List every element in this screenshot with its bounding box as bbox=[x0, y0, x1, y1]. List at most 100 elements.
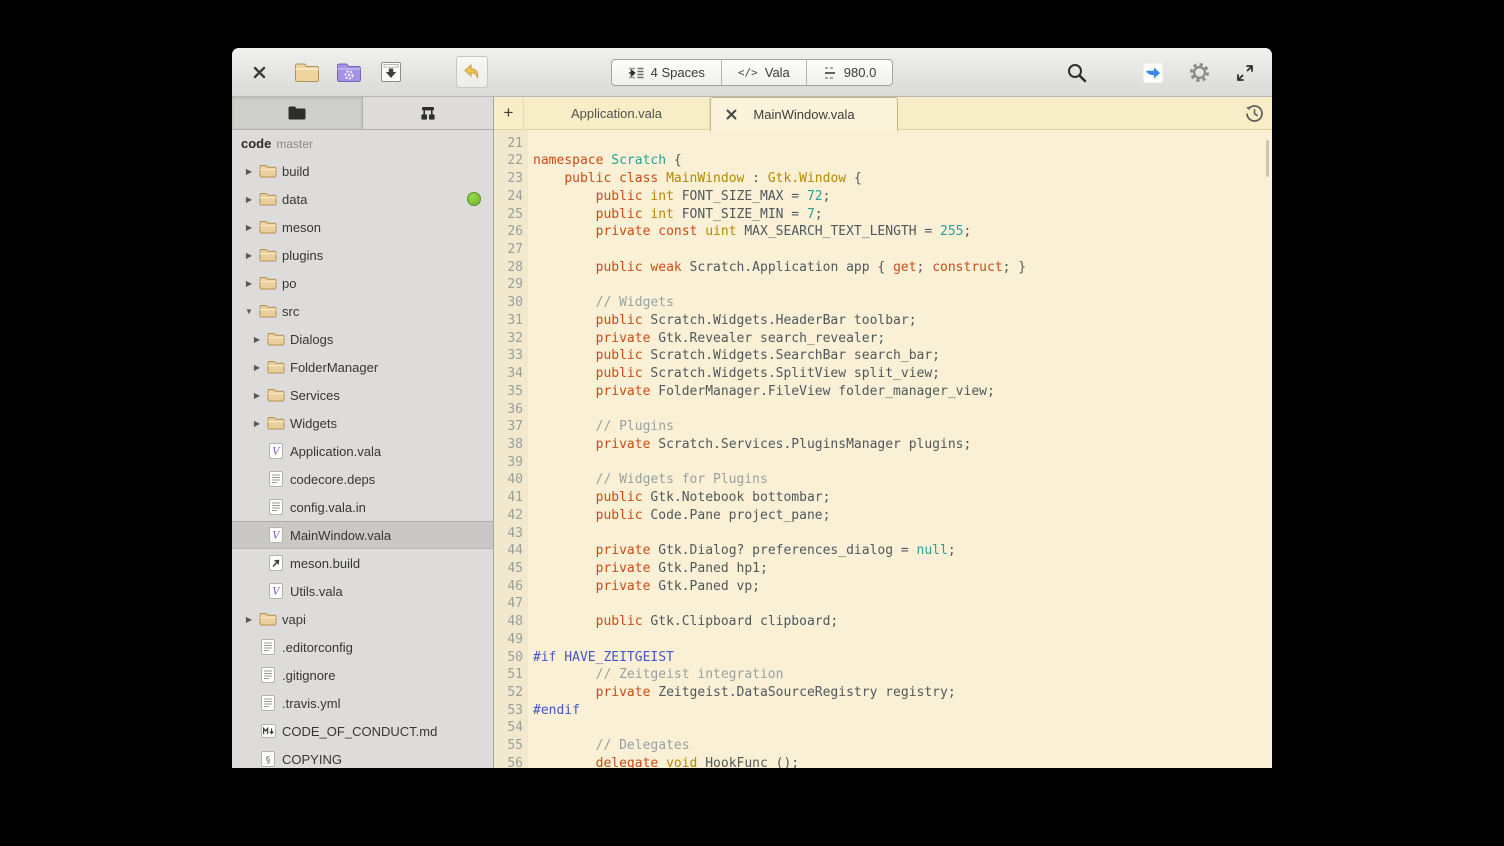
tree-item-services[interactable]: ▶Services bbox=[232, 381, 493, 409]
tab-mainwindow-vala[interactable]: MainWindow.vala bbox=[710, 97, 898, 131]
code-line-31[interactable]: public Scratch.Widgets.HeaderBar toolbar… bbox=[533, 312, 1272, 330]
code-line-53[interactable]: #endif bbox=[533, 702, 1272, 720]
code-line-22[interactable]: namespace Scratch { bbox=[533, 152, 1272, 170]
indent-width-button[interactable]: 4 Spaces bbox=[612, 60, 722, 85]
chevron-right-icon[interactable]: ▶ bbox=[242, 167, 256, 176]
tree-item--gitignore[interactable]: .gitignore bbox=[232, 661, 493, 689]
goto-line-button[interactable]: 980.0 bbox=[807, 60, 893, 85]
chevron-right-icon[interactable]: ▶ bbox=[250, 391, 264, 400]
scrollbar-thumb[interactable] bbox=[1266, 140, 1269, 177]
chevron-down-icon[interactable]: ▼ bbox=[242, 307, 256, 316]
tree-item-po[interactable]: ▶po bbox=[232, 269, 493, 297]
chevron-right-icon[interactable]: ▶ bbox=[250, 335, 264, 344]
code-line-47[interactable] bbox=[533, 595, 1272, 613]
code-line-51[interactable]: // Zeitgeist integration bbox=[533, 666, 1272, 684]
line-number: 42 bbox=[494, 507, 523, 525]
line-number: 39 bbox=[494, 454, 523, 472]
tree-item-application-vala[interactable]: VApplication.vala bbox=[232, 437, 493, 465]
chevron-right-icon[interactable]: ▶ bbox=[250, 419, 264, 428]
chevron-right-icon[interactable]: ▶ bbox=[242, 195, 256, 204]
tree-item-vapi[interactable]: ▶vapi bbox=[232, 605, 493, 633]
search-button[interactable] bbox=[1060, 56, 1094, 90]
line-number: 43 bbox=[494, 525, 523, 543]
project-templates-button[interactable] bbox=[332, 55, 366, 89]
code-line-42[interactable]: public Code.Pane project_pane; bbox=[533, 507, 1272, 525]
tab-close-icon[interactable] bbox=[723, 106, 739, 122]
tree-item-widgets[interactable]: ▶Widgets bbox=[232, 409, 493, 437]
code-line-45[interactable]: private Gtk.Paned hp1; bbox=[533, 560, 1272, 578]
chevron-right-icon[interactable]: ▶ bbox=[242, 615, 256, 624]
code-line-43[interactable] bbox=[533, 525, 1272, 543]
code-line-40[interactable]: // Widgets for Plugins bbox=[533, 471, 1272, 489]
code-line-23[interactable]: public class MainWindow : Gtk.Window { bbox=[533, 170, 1272, 188]
tree-item-code-of-conduct-md[interactable]: CODE_OF_CONDUCT.md bbox=[232, 717, 493, 745]
code-line-32[interactable]: private Gtk.Revealer search_revealer; bbox=[533, 330, 1272, 348]
history-button[interactable] bbox=[1245, 104, 1264, 123]
tree-item-config-vala-in[interactable]: config.vala.in bbox=[232, 493, 493, 521]
code-line-30[interactable]: // Widgets bbox=[533, 294, 1272, 312]
line-number: 25 bbox=[494, 206, 523, 224]
tree-item-foldermanager[interactable]: ▶FolderManager bbox=[232, 353, 493, 381]
code-line-49[interactable] bbox=[533, 631, 1272, 649]
code-line-34[interactable]: public Scratch.Widgets.SplitView split_v… bbox=[533, 365, 1272, 383]
tree-item-utils-vala[interactable]: VUtils.vala bbox=[232, 577, 493, 605]
code-line-56[interactable]: delegate void HookFunc (); bbox=[533, 755, 1272, 768]
source-view[interactable]: 2021222324252627282930313233343536373839… bbox=[494, 130, 1272, 768]
files-view-tab[interactable] bbox=[232, 97, 362, 129]
chevron-right-icon[interactable]: ▶ bbox=[250, 363, 264, 372]
chevron-right-icon[interactable]: ▶ bbox=[242, 251, 256, 260]
tree-item-mainwindow-vala[interactable]: VMainWindow.vala bbox=[232, 521, 493, 549]
code-line-33[interactable]: public Scratch.Widgets.SearchBar search_… bbox=[533, 347, 1272, 365]
code-brackets-icon: </> bbox=[738, 66, 758, 79]
fullscreen-icon bbox=[1235, 63, 1255, 83]
outline-view-tab[interactable] bbox=[362, 97, 493, 129]
code-line-24[interactable]: public int FONT_SIZE_MAX = 72; bbox=[533, 188, 1272, 206]
code-line-44[interactable]: private Gtk.Dialog? preferences_dialog =… bbox=[533, 542, 1272, 560]
chevron-right-icon[interactable]: ▶ bbox=[242, 279, 256, 288]
window-close-button[interactable] bbox=[246, 55, 272, 89]
code-line-41[interactable]: public Gtk.Notebook bottombar; bbox=[533, 489, 1272, 507]
code-line-50[interactable]: #if HAVE_ZEITGEIST bbox=[533, 649, 1272, 667]
code-line-21[interactable] bbox=[533, 135, 1272, 153]
code-line-39[interactable] bbox=[533, 454, 1272, 472]
code-text[interactable]: */namespace Scratch { public class MainW… bbox=[528, 130, 1272, 768]
code-line-27[interactable] bbox=[533, 241, 1272, 259]
settings-button[interactable] bbox=[1182, 56, 1216, 90]
code-line-35[interactable]: private FolderManager.FileView folder_ma… bbox=[533, 383, 1272, 401]
code-line-25[interactable]: public int FONT_SIZE_MIN = 7; bbox=[533, 206, 1272, 224]
tab-application-vala[interactable]: Application.vala bbox=[523, 97, 710, 130]
save-as-button[interactable] bbox=[374, 55, 408, 89]
chevron-right-icon[interactable]: ▶ bbox=[242, 223, 256, 232]
code-line-37[interactable]: // Plugins bbox=[533, 418, 1272, 436]
language-button[interactable]: </> Vala bbox=[722, 60, 807, 85]
tree-item-plugins[interactable]: ▶plugins bbox=[232, 241, 493, 269]
code-line-54[interactable] bbox=[533, 719, 1272, 737]
tree-item-copying[interactable]: §COPYING bbox=[232, 745, 493, 768]
code-line-28[interactable]: public weak Scratch.Application app { ge… bbox=[533, 259, 1272, 277]
fullscreen-button[interactable] bbox=[1228, 56, 1262, 90]
code-line-38[interactable]: private Scratch.Services.PluginsManager … bbox=[533, 436, 1272, 454]
code-line-36[interactable] bbox=[533, 401, 1272, 419]
code-line-26[interactable]: private const uint MAX_SEARCH_TEXT_LENGT… bbox=[533, 223, 1272, 241]
new-tab-button[interactable]: + bbox=[494, 97, 523, 130]
text-file-icon bbox=[256, 695, 280, 711]
code-line-52[interactable]: private Zeitgeist.DataSourceRegistry reg… bbox=[533, 684, 1272, 702]
share-button[interactable] bbox=[1136, 56, 1170, 90]
project-header[interactable]: code master bbox=[232, 130, 493, 157]
undo-button[interactable] bbox=[456, 56, 488, 88]
tree-item-dialogs[interactable]: ▶Dialogs bbox=[232, 325, 493, 353]
tree-item--editorconfig[interactable]: .editorconfig bbox=[232, 633, 493, 661]
code-line-48[interactable]: public Gtk.Clipboard clipboard; bbox=[533, 613, 1272, 631]
text-file-icon bbox=[256, 667, 280, 683]
tree-item-src[interactable]: ▼src bbox=[232, 297, 493, 325]
code-line-46[interactable]: private Gtk.Paned vp; bbox=[533, 578, 1272, 596]
tree-item-data[interactable]: ▶data bbox=[232, 185, 493, 213]
tree-item-meson-build[interactable]: meson.build bbox=[232, 549, 493, 577]
tree-item-codecore-deps[interactable]: codecore.deps bbox=[232, 465, 493, 493]
tree-item-build[interactable]: ▶build bbox=[232, 157, 493, 185]
tree-item--travis-yml[interactable]: .travis.yml bbox=[232, 689, 493, 717]
open-file-button[interactable] bbox=[290, 55, 324, 89]
code-line-29[interactable] bbox=[533, 276, 1272, 294]
tree-item-meson[interactable]: ▶meson bbox=[232, 213, 493, 241]
code-line-55[interactable]: // Delegates bbox=[533, 737, 1272, 755]
